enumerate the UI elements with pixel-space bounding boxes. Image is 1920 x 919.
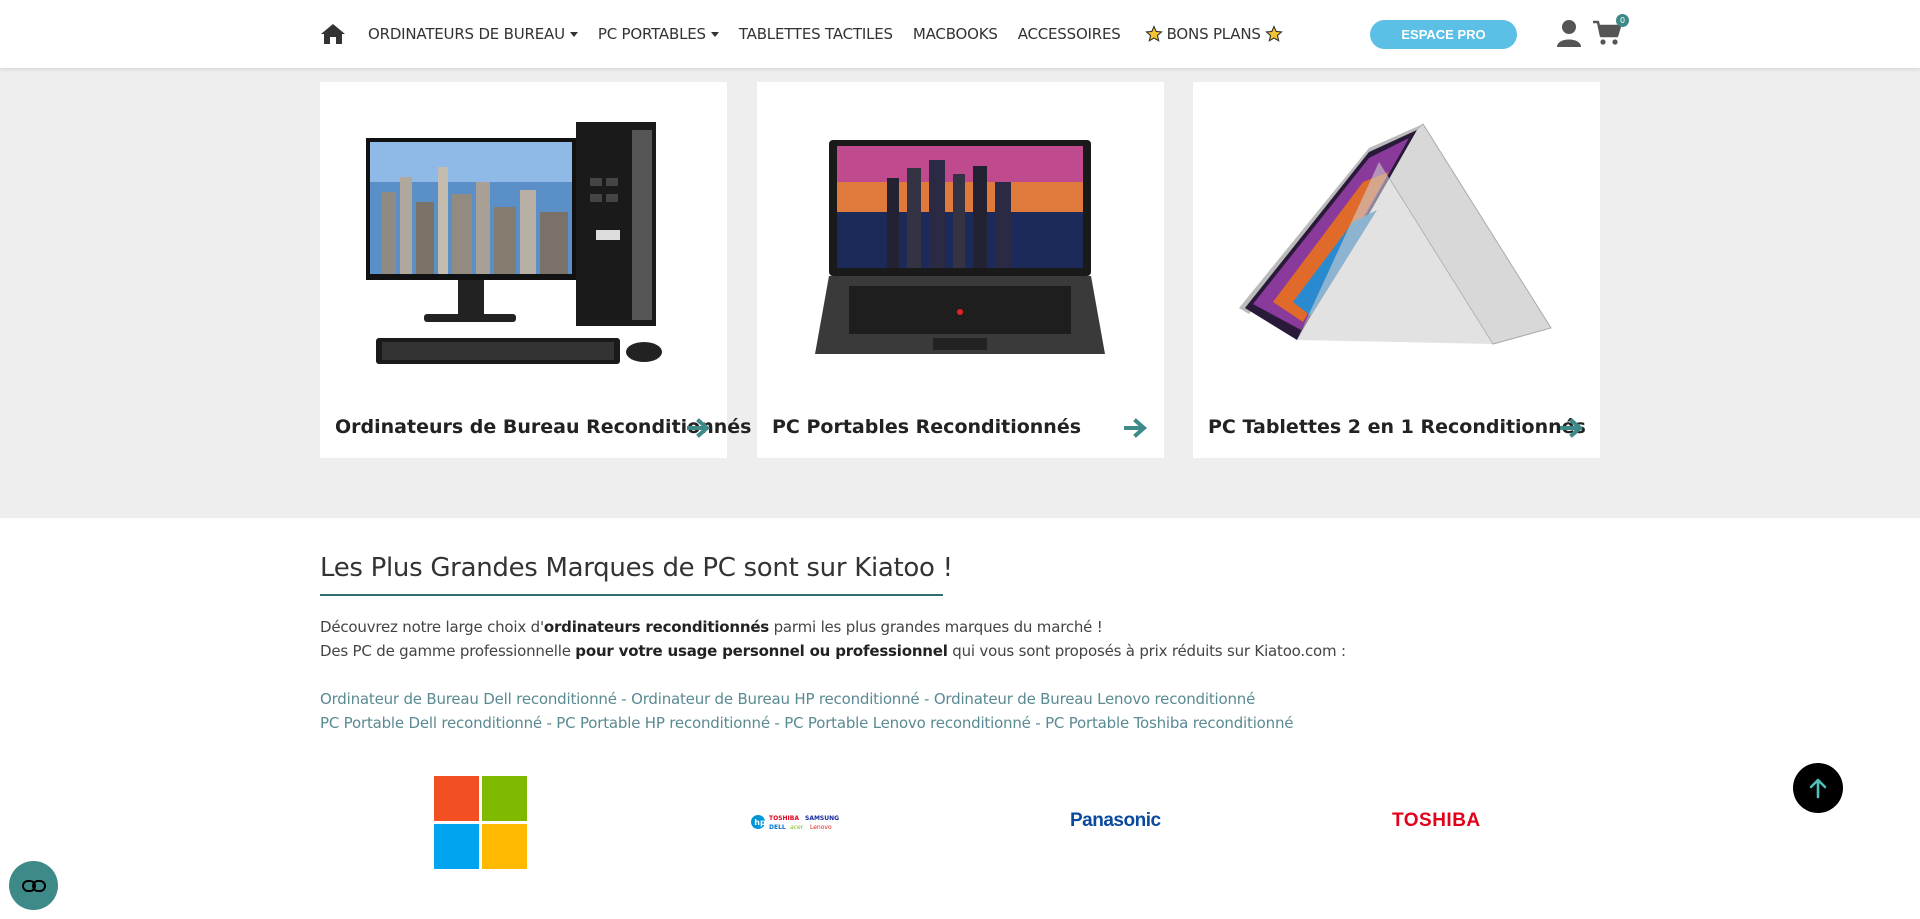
main-nav: ORDINATEURS DE BUREAU PC PORTABLES TABLE… [320,0,1307,68]
brand-toshiba-text: TOSHIBA [769,815,799,822]
nav-item-macbooks[interactable]: MACBOOKS [913,25,998,43]
user-account-icon[interactable] [1556,19,1582,47]
espace-pro-button[interactable]: ESPACE PRO [1370,20,1517,49]
link-separator: - [919,690,934,708]
nav-item-bons-plans[interactable]: BONS PLANS [1141,25,1287,43]
site-header: ORDINATEURS DE BUREAU PC PORTABLES TABLE… [0,0,1920,68]
nav-item-label: ORDINATEURS DE BUREAU [368,25,565,43]
intro-text: parmi les plus grandes marques du marché… [769,618,1103,636]
arrow-right-icon [1560,418,1584,438]
nav-item-label: ACCESSOIRES [1017,25,1121,43]
brand-lenovo-text: Lenovo [810,824,832,831]
multi-brand-logo[interactable]: hp TOSHIBA SAMSUNG DELL acer Lenovo [750,812,846,836]
cart-count-badge: 0 [1616,14,1629,27]
cookie-consent-icon [21,879,46,892]
desktop-pc-image [320,82,727,382]
microsoft-logo[interactable] [434,776,527,873]
intro-text: Découvrez notre large choix d' [320,618,544,636]
link-separator: - [541,714,557,732]
category-card-desktop[interactable]: Ordinateurs de Bureau Reconditionnés [320,82,751,458]
desktop-brand-links: Ordinateur de Bureau Dell reconditionné … [320,690,1255,708]
link-laptop-lenovo[interactable]: PC Portable Lenovo reconditionné [784,714,1031,732]
nav-item-label: BONS PLANS [1166,25,1261,43]
nav-item-tablettes-tactiles[interactable]: TABLETTES TACTILES [739,25,893,43]
category-card-tablet[interactable]: PC Tablettes 2 en 1 Reconditionnés [1193,82,1600,458]
link-desktop-lenovo[interactable]: Ordinateur de Bureau Lenovo reconditionn… [934,690,1255,708]
brands-intro-line-2: Des PC de gamme professionnelle pour vot… [320,642,1346,660]
back-to-top-button[interactable] [1793,763,1843,813]
category-card-title: PC Portables Reconditionnés [772,416,1082,438]
caret-down-icon [710,31,719,37]
link-laptop-hp[interactable]: PC Portable HP reconditionné [556,714,770,732]
link-separator: - [769,714,785,732]
star-icon [1264,25,1283,42]
brands-intro-line-1: Découvrez notre large choix d'ordinateur… [320,618,1103,636]
panasonic-logo[interactable]: Panasonic [1070,810,1161,832]
nav-item-pc-portables[interactable]: PC PORTABLES [598,25,719,43]
brand-dell-text: DELL [769,824,786,831]
nav-item-label: MACBOOKS [912,25,998,43]
category-card-laptop[interactable]: PC Portables Reconditionnés [757,82,1164,458]
toshiba-logo-text: TOSHIBA [1392,810,1481,831]
intro-text: Des PC de gamme professionnelle [320,642,576,660]
svg-text:hp: hp [754,818,766,827]
home-icon[interactable] [320,22,346,46]
cookie-settings-button[interactable] [9,861,58,910]
link-desktop-dell[interactable]: Ordinateur de Bureau Dell reconditionné [320,690,617,708]
brand-samsung-text: SAMSUNG [805,815,839,822]
nav-item-label: TABLETTES TACTILES [738,25,893,43]
arrow-right-icon [687,418,711,438]
nav-item-label: PC PORTABLES [597,25,706,43]
intro-text: qui vous sont proposés à prix réduits su… [947,642,1346,660]
brands-heading: Les Plus Grandes Marques de PC sont sur … [320,553,953,583]
panasonic-logo-text: Panasonic [1070,810,1161,831]
toshiba-logo[interactable]: TOSHIBA [1392,810,1481,832]
link-laptop-toshiba[interactable]: PC Portable Toshiba reconditionné [1045,714,1293,732]
link-separator: - [1030,714,1046,732]
intro-bold-text: pour votre usage personnel ou profession… [575,642,948,660]
tablet-2in1-image [1193,82,1600,382]
brand-acer-text: acer [790,824,804,831]
arrow-right-icon [1124,418,1148,438]
nav-item-ordinateurs-de-bureau[interactable]: ORDINATEURS DE BUREAU [368,25,578,43]
heading-underline [320,594,943,596]
laptop-brand-links: PC Portable Dell reconditionné - PC Port… [320,714,1293,732]
link-laptop-dell[interactable]: PC Portable Dell reconditionné [320,714,542,732]
nav-item-accessoires[interactable]: ACCESSOIRES [1018,25,1121,43]
link-desktop-hp[interactable]: Ordinateur de Bureau HP reconditionné [631,690,920,708]
intro-bold-text: ordinateurs reconditionnés [543,618,770,636]
link-separator: - [616,690,632,708]
star-icon [1144,25,1163,42]
laptop-image [757,82,1164,382]
category-card-title: PC Tablettes 2 en 1 Reconditionnés [1208,416,1586,438]
caret-down-icon [569,31,578,37]
arrow-up-icon [1809,778,1827,799]
